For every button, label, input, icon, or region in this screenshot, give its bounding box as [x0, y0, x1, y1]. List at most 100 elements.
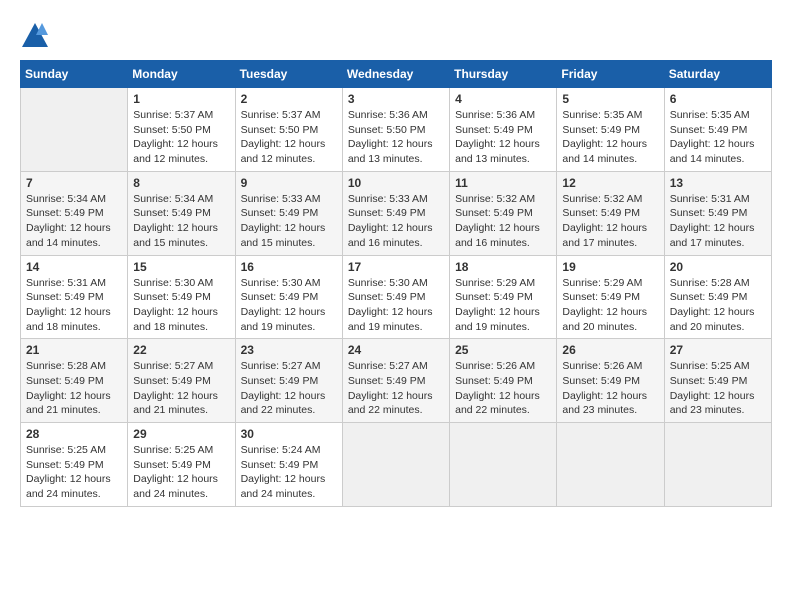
weekday-header-wednesday: Wednesday	[342, 61, 449, 88]
day-number: 11	[455, 176, 551, 190]
day-number: 25	[455, 343, 551, 357]
calendar-table: SundayMondayTuesdayWednesdayThursdayFrid…	[20, 60, 772, 507]
day-info: Sunrise: 5:31 AMSunset: 5:49 PMDaylight:…	[26, 276, 122, 335]
calendar-cell: 3 Sunrise: 5:36 AMSunset: 5:50 PMDaylight…	[342, 88, 449, 172]
calendar-cell: 21Sunrise: 5:28 AMSunset: 5:49 PMDayligh…	[21, 339, 128, 423]
day-info: Sunrise: 5:37 AMSunset: 5:50 PMDaylight:…	[241, 108, 337, 167]
calendar-cell: 8 Sunrise: 5:34 AMSunset: 5:49 PMDaylight…	[128, 171, 235, 255]
day-info: Sunrise: 5:31 AMSunset: 5:49 PMDaylight:…	[670, 192, 766, 251]
day-number: 19	[562, 260, 658, 274]
calendar-cell: 10 Sunrise: 5:33 AMSunset: 5:49 PMDayligh…	[342, 171, 449, 255]
day-info: Sunrise: 5:27 AMSunset: 5:49 PMDaylight:…	[133, 359, 229, 418]
day-number: 22	[133, 343, 229, 357]
day-number: 13	[670, 176, 766, 190]
day-info: Sunrise: 5:25 AMSunset: 5:49 PMDaylight:…	[26, 443, 122, 502]
calendar-cell: 26 Sunrise: 5:26 AMSunset: 5:49 PMDayligh…	[557, 339, 664, 423]
calendar-week-row: 28 Sunrise: 5:25 AMSunset: 5:49 PMDayligh…	[21, 423, 772, 507]
calendar-cell: 2Sunrise: 5:37 AMSunset: 5:50 PMDaylight…	[235, 88, 342, 172]
day-number: 17	[348, 260, 444, 274]
day-info: Sunrise: 5:28 AMSunset: 5:49 PMDaylight:…	[670, 276, 766, 335]
day-info: Sunrise: 5:26 AMSunset: 5:49 PMDaylight:…	[455, 359, 551, 418]
day-info: Sunrise: 5:24 AMSunset: 5:49 PMDaylight:…	[241, 443, 337, 502]
day-number: 18	[455, 260, 551, 274]
weekday-header-thursday: Thursday	[450, 61, 557, 88]
day-info: Sunrise: 5:32 AMSunset: 5:49 PMDaylight:…	[562, 192, 658, 251]
day-info: Sunrise: 5:25 AMSunset: 5:49 PMDaylight:…	[133, 443, 229, 502]
weekday-header-friday: Friday	[557, 61, 664, 88]
day-info: Sunrise: 5:30 AMSunset: 5:49 PMDaylight:…	[241, 276, 337, 335]
day-number: 23	[241, 343, 337, 357]
day-number: 3	[348, 92, 444, 106]
calendar-cell: 5 Sunrise: 5:35 AMSunset: 5:49 PMDaylight…	[557, 88, 664, 172]
calendar-cell: 23 Sunrise: 5:27 AMSunset: 5:49 PMDayligh…	[235, 339, 342, 423]
day-info: Sunrise: 5:26 AMSunset: 5:49 PMDaylight:…	[562, 359, 658, 418]
day-number: 28	[26, 427, 122, 441]
day-number: 26	[562, 343, 658, 357]
day-info: Sunrise: 5:37 AMSunset: 5:50 PMDaylight:…	[133, 108, 229, 167]
day-info: Sunrise: 5:36 AMSunset: 5:50 PMDaylight:…	[348, 108, 444, 167]
day-number: 29	[133, 427, 229, 441]
day-number: 8	[133, 176, 229, 190]
weekday-header-monday: Monday	[128, 61, 235, 88]
calendar-cell: 15 Sunrise: 5:30 AMSunset: 5:49 PMDayligh…	[128, 255, 235, 339]
calendar-cell	[557, 423, 664, 507]
calendar-cell: 7 Sunrise: 5:34 AMSunset: 5:49 PMDaylight…	[21, 171, 128, 255]
calendar-cell: 29 Sunrise: 5:25 AMSunset: 5:49 PMDayligh…	[128, 423, 235, 507]
weekday-header-saturday: Saturday	[664, 61, 771, 88]
day-info: Sunrise: 5:27 AMSunset: 5:49 PMDaylight:…	[348, 359, 444, 418]
calendar-cell: 12 Sunrise: 5:32 AMSunset: 5:49 PMDayligh…	[557, 171, 664, 255]
day-info: Sunrise: 5:35 AMSunset: 5:49 PMDaylight:…	[670, 108, 766, 167]
calendar-cell: 28 Sunrise: 5:25 AMSunset: 5:49 PMDayligh…	[21, 423, 128, 507]
day-number: 10	[348, 176, 444, 190]
day-info: Sunrise: 5:30 AMSunset: 5:49 PMDaylight:…	[348, 276, 444, 335]
logo	[20, 20, 54, 50]
calendar-cell: 9 Sunrise: 5:33 AMSunset: 5:49 PMDaylight…	[235, 171, 342, 255]
calendar-week-row: 21Sunrise: 5:28 AMSunset: 5:49 PMDayligh…	[21, 339, 772, 423]
calendar-cell: 27 Sunrise: 5:25 AMSunset: 5:49 PMDayligh…	[664, 339, 771, 423]
calendar-week-row: 1Sunrise: 5:37 AMSunset: 5:50 PMDaylight…	[21, 88, 772, 172]
calendar-cell: 24 Sunrise: 5:27 AMSunset: 5:49 PMDayligh…	[342, 339, 449, 423]
day-number: 9	[241, 176, 337, 190]
day-info: Sunrise: 5:33 AMSunset: 5:49 PMDaylight:…	[348, 192, 444, 251]
calendar-cell: 13 Sunrise: 5:31 AMSunset: 5:49 PMDayligh…	[664, 171, 771, 255]
calendar-week-row: 7 Sunrise: 5:34 AMSunset: 5:49 PMDaylight…	[21, 171, 772, 255]
day-number: 24	[348, 343, 444, 357]
day-number: 5	[562, 92, 658, 106]
day-info: Sunrise: 5:29 AMSunset: 5:49 PMDaylight:…	[562, 276, 658, 335]
weekday-header-tuesday: Tuesday	[235, 61, 342, 88]
calendar-cell	[664, 423, 771, 507]
calendar-cell: 11 Sunrise: 5:32 AMSunset: 5:49 PMDayligh…	[450, 171, 557, 255]
day-info: Sunrise: 5:29 AMSunset: 5:49 PMDaylight:…	[455, 276, 551, 335]
calendar-cell: 18 Sunrise: 5:29 AMSunset: 5:49 PMDayligh…	[450, 255, 557, 339]
logo-icon	[20, 20, 50, 50]
weekday-header-sunday: Sunday	[21, 61, 128, 88]
calendar-week-row: 14 Sunrise: 5:31 AMSunset: 5:49 PMDayligh…	[21, 255, 772, 339]
day-info: Sunrise: 5:34 AMSunset: 5:49 PMDaylight:…	[26, 192, 122, 251]
day-info: Sunrise: 5:33 AMSunset: 5:49 PMDaylight:…	[241, 192, 337, 251]
calendar-cell: 14 Sunrise: 5:31 AMSunset: 5:49 PMDayligh…	[21, 255, 128, 339]
calendar-cell: 6 Sunrise: 5:35 AMSunset: 5:49 PMDaylight…	[664, 88, 771, 172]
day-number: 14	[26, 260, 122, 274]
day-number: 15	[133, 260, 229, 274]
day-info: Sunrise: 5:25 AMSunset: 5:49 PMDaylight:…	[670, 359, 766, 418]
day-number: 6	[670, 92, 766, 106]
page-header	[20, 20, 772, 50]
day-info: Sunrise: 5:30 AMSunset: 5:49 PMDaylight:…	[133, 276, 229, 335]
calendar-cell: 4Sunrise: 5:36 AMSunset: 5:49 PMDaylight…	[450, 88, 557, 172]
calendar-cell: 22 Sunrise: 5:27 AMSunset: 5:49 PMDayligh…	[128, 339, 235, 423]
calendar-header-row: SundayMondayTuesdayWednesdayThursdayFrid…	[21, 61, 772, 88]
day-number: 27	[670, 343, 766, 357]
calendar-cell: 16Sunrise: 5:30 AMSunset: 5:49 PMDayligh…	[235, 255, 342, 339]
calendar-cell: 30 Sunrise: 5:24 AMSunset: 5:49 PMDayligh…	[235, 423, 342, 507]
day-number: 30	[241, 427, 337, 441]
day-info: Sunrise: 5:32 AMSunset: 5:49 PMDaylight:…	[455, 192, 551, 251]
day-number: 20	[670, 260, 766, 274]
day-number: 7	[26, 176, 122, 190]
day-number: 12	[562, 176, 658, 190]
day-info: Sunrise: 5:34 AMSunset: 5:49 PMDaylight:…	[133, 192, 229, 251]
day-info: Sunrise: 5:27 AMSunset: 5:49 PMDaylight:…	[241, 359, 337, 418]
calendar-cell	[342, 423, 449, 507]
day-number: 21	[26, 343, 122, 357]
calendar-cell: 20 Sunrise: 5:28 AMSunset: 5:49 PMDayligh…	[664, 255, 771, 339]
day-info: Sunrise: 5:35 AMSunset: 5:49 PMDaylight:…	[562, 108, 658, 167]
